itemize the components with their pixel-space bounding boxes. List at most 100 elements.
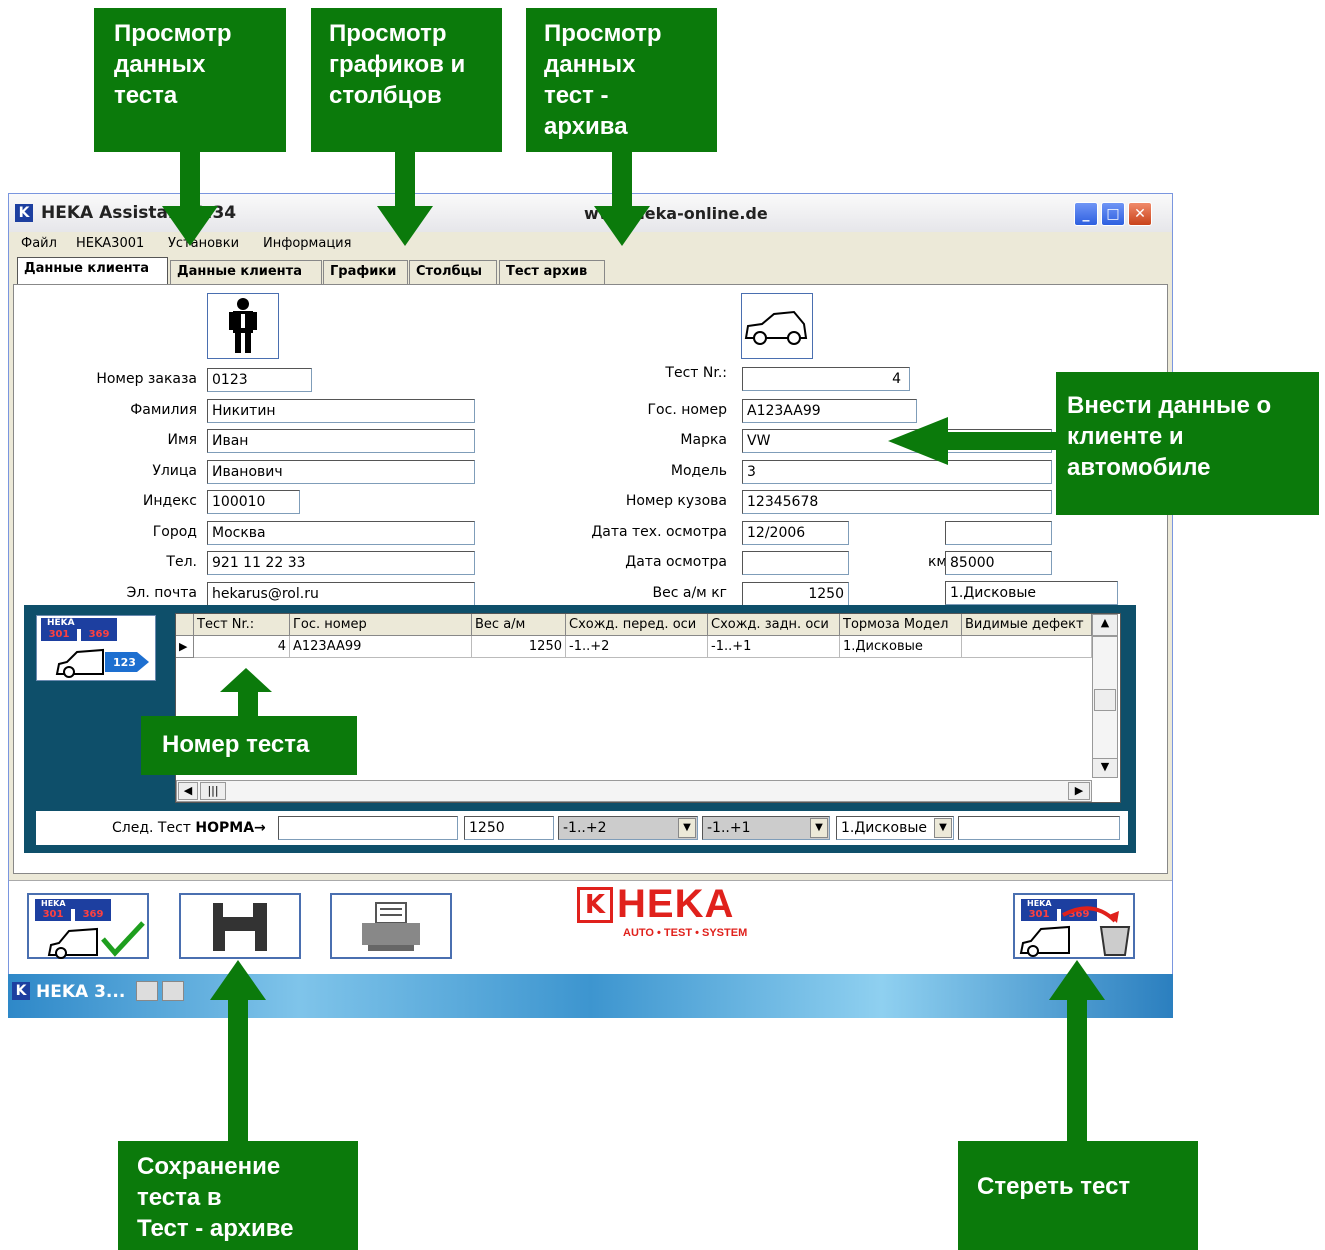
grid-header[interactable]: Схожд. задн. оси bbox=[708, 614, 840, 636]
maximize-button[interactable]: □ bbox=[1101, 202, 1125, 226]
heka-logo-mark: K bbox=[577, 887, 613, 923]
surname-field[interactable]: Никитин bbox=[207, 399, 475, 423]
norm-brakes-value: 1.Дисковые bbox=[841, 820, 928, 836]
vin-field[interactable]: 12345678 bbox=[742, 490, 1052, 514]
arrow-down-icon bbox=[162, 206, 218, 246]
scroll-right-icon[interactable]: ▶ bbox=[1068, 782, 1090, 800]
test-no-label: Тест Nr.: bbox=[665, 365, 727, 381]
zip-field[interactable]: 100010 bbox=[207, 490, 300, 514]
tab-client-data[interactable]: Данные клиента bbox=[17, 257, 168, 285]
inspection-date-label: Дата тех. осмотра bbox=[591, 524, 727, 540]
heka-test-icon[interactable]: HEKA 301 369 123 bbox=[36, 615, 156, 681]
callout-arrow-shaft bbox=[228, 1000, 248, 1141]
phone-label: Тел. bbox=[166, 554, 197, 570]
grid-cell[interactable] bbox=[962, 636, 1092, 658]
menu-heka3001[interactable]: HEKA3001 bbox=[76, 236, 144, 251]
chevron-down-icon[interactable]: ▼ bbox=[934, 818, 952, 838]
norm-rear-select[interactable]: -1..+1 ▼ bbox=[702, 816, 830, 840]
chevron-down-icon[interactable]: ▼ bbox=[810, 818, 828, 838]
brakes-field[interactable]: 1.Дисковые bbox=[945, 581, 1118, 605]
icon-left-num: 301 bbox=[41, 629, 77, 641]
grid-header[interactable]: Видимые дефект bbox=[962, 614, 1092, 636]
menu-info[interactable]: Информация bbox=[263, 236, 351, 251]
car-icon[interactable] bbox=[741, 293, 813, 359]
view-date-field[interactable] bbox=[742, 551, 849, 575]
make-label: Марка bbox=[680, 432, 727, 448]
norm-front-select[interactable]: -1..+2 ▼ bbox=[558, 816, 698, 840]
norm-plate-field[interactable] bbox=[278, 816, 458, 840]
vin-label: Номер кузова bbox=[625, 493, 727, 509]
accept-test-button[interactable]: HEKA 301 369 bbox=[27, 893, 149, 959]
grid-header[interactable]: Тест Nr.: bbox=[194, 614, 290, 636]
grid-header[interactable]: Тормоза Модел bbox=[840, 614, 962, 636]
callout-arrow-shaft bbox=[1067, 1000, 1087, 1141]
norm-arrow-icon: → bbox=[254, 820, 266, 836]
scroll-left-icon[interactable]: ◀ bbox=[178, 782, 198, 800]
weight-field[interactable]: 1250 bbox=[742, 582, 849, 606]
close-button[interactable]: ✕ bbox=[1128, 202, 1152, 226]
person-icon[interactable] bbox=[207, 293, 279, 359]
extra-field[interactable] bbox=[945, 521, 1052, 545]
taskbar-heka-icon[interactable]: K bbox=[12, 982, 30, 1000]
view-date-label: Дата осмотра bbox=[625, 554, 727, 570]
menu-file[interactable]: Файл bbox=[21, 236, 57, 251]
tab-columns[interactable]: Столбцы bbox=[409, 260, 497, 284]
scroll-grip[interactable]: ||| bbox=[200, 782, 226, 800]
scroll-up-icon[interactable]: ▲ bbox=[1092, 614, 1118, 636]
minimize-button[interactable]: _ bbox=[1074, 202, 1098, 226]
print-button[interactable] bbox=[330, 893, 452, 959]
grid-cell[interactable]: -1..+2 bbox=[566, 636, 708, 658]
scroll-down-icon[interactable]: ▼ bbox=[1092, 758, 1118, 778]
grid-cell[interactable]: 1250 bbox=[472, 636, 566, 658]
printer-icon bbox=[362, 902, 420, 951]
norm-weight-field[interactable]: 1250 bbox=[464, 816, 554, 840]
km-field[interactable]: 85000 bbox=[945, 551, 1052, 575]
test-no-field[interactable]: 4 bbox=[742, 367, 910, 391]
grid-header[interactable]: Схожд. перед. оси bbox=[566, 614, 708, 636]
next-test-norm-row: След. Тест НОРМА→ 1250 -1..+2 ▼ -1..+1 ▼ 1… bbox=[36, 811, 1128, 845]
email-field[interactable]: hekarus@rol.ru bbox=[207, 582, 475, 606]
tab-client-data-2[interactable]: Данные клиента bbox=[170, 260, 322, 284]
scroll-thumb[interactable] bbox=[1094, 689, 1116, 711]
street-field[interactable]: Иванович bbox=[207, 460, 475, 484]
callout-erase-test: Стереть тест bbox=[958, 1141, 1198, 1250]
grid-cell[interactable]: -1..+1 bbox=[708, 636, 840, 658]
inspection-date-field[interactable]: 12/2006 bbox=[742, 521, 849, 545]
order-no-label: Номер заказа bbox=[96, 371, 197, 387]
arrow-down-icon bbox=[594, 206, 650, 246]
grid-header[interactable]: Гос. номер bbox=[290, 614, 472, 636]
norm-label-bold: НОРМА bbox=[195, 820, 255, 836]
arrow-up-icon bbox=[220, 668, 272, 692]
grid-cell[interactable]: 4 bbox=[194, 636, 290, 658]
street-label: Улица bbox=[152, 463, 197, 479]
row-marker-icon[interactable]: ▶ bbox=[176, 636, 194, 658]
taskbar-restore-icon[interactable] bbox=[136, 981, 158, 1001]
city-label: Город bbox=[152, 524, 197, 540]
order-no-field[interactable]: 0123 bbox=[207, 368, 312, 392]
callout-save-test: Сохранение теста в Тест - архиве bbox=[118, 1141, 358, 1250]
city-field[interactable]: Москва bbox=[207, 521, 475, 545]
norm-brakes-select[interactable]: 1.Дисковые ▼ bbox=[836, 816, 954, 840]
grid-cell[interactable]: A123AA99 bbox=[290, 636, 472, 658]
norm-label: След. Тест НОРМА→ bbox=[112, 820, 266, 836]
chevron-down-icon[interactable]: ▼ bbox=[678, 818, 696, 838]
tab-graphs[interactable]: Графики bbox=[323, 260, 408, 284]
norm-rear-value: -1..+1 bbox=[707, 820, 751, 836]
grid-header[interactable]: Вес а/м bbox=[472, 614, 566, 636]
callout-enter-data: Внести данные о клиенте и автомобиле bbox=[1056, 372, 1319, 515]
arrow-up-icon bbox=[1049, 960, 1105, 1000]
tab-test-archive[interactable]: Тест архив bbox=[499, 260, 605, 284]
checkmark-icon bbox=[47, 921, 145, 959]
horizontal-scrollbar[interactable] bbox=[176, 780, 1092, 802]
phone-field[interactable]: 921 11 22 33 bbox=[207, 551, 475, 575]
model-label: Модель bbox=[670, 463, 727, 479]
norm-defects-field[interactable] bbox=[958, 816, 1120, 840]
erase-test-button[interactable]: HEKA 301 369 bbox=[1013, 893, 1135, 959]
save-button[interactable] bbox=[179, 893, 301, 959]
grid-cell[interactable]: 1.Дисковые bbox=[840, 636, 962, 658]
name-field[interactable]: Иван bbox=[207, 429, 475, 453]
taskbar-item[interactable]: HEKA 3... bbox=[36, 982, 125, 1002]
callout-arrow-shaft bbox=[612, 152, 632, 208]
callout-arrow-shaft bbox=[180, 152, 200, 208]
taskbar-maximize-icon[interactable] bbox=[162, 981, 184, 1001]
